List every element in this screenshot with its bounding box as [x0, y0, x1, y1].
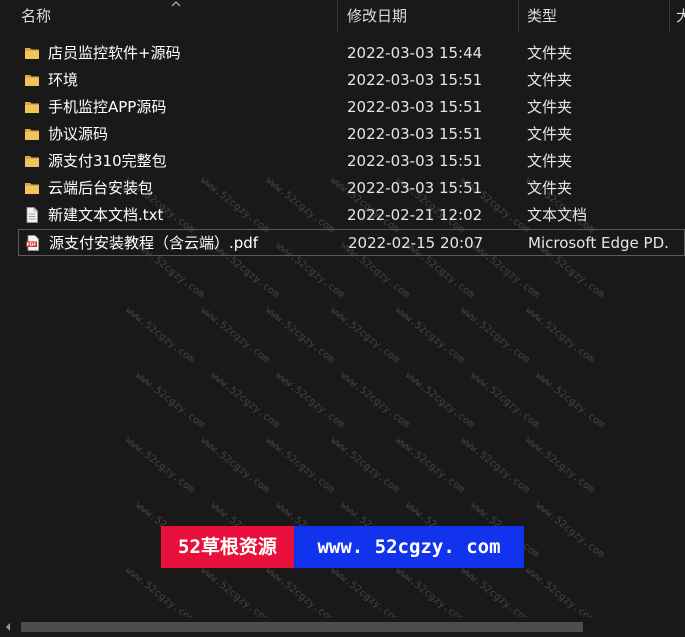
file-date: 2022-02-15 20:07	[348, 234, 484, 252]
file-name: 新建文本文档.txt	[48, 206, 164, 224]
file-type: 文件夹	[527, 44, 573, 62]
file-name: 源支付安装教程（含云端）.pdf	[49, 234, 259, 252]
watermark-text: www.52cgzy.com	[208, 370, 282, 431]
file-date: 2022-02-21 12:02	[347, 206, 483, 224]
watermark-text: www.52cgzy.com	[533, 370, 607, 431]
watermark-text: www.52cgzy.com	[523, 565, 597, 625]
watermark-text: www.52cgzy.com	[533, 500, 607, 561]
file-date: 2022-03-03 15:51	[347, 71, 483, 89]
file-explorer-window: 名称 修改日期 类型 大 www.52cgzy.com www.52cgzy.co…	[0, 0, 685, 637]
watermark-text: www.52cgzy.com	[198, 305, 272, 366]
file-name: 云端后台安装包	[48, 179, 154, 197]
watermark-text: www.52cgzy.com	[133, 370, 207, 431]
file-name: 环境	[48, 71, 79, 89]
file-date: 2022-03-03 15:51	[347, 179, 483, 197]
watermark-text: www.52cgzy.com	[328, 565, 402, 625]
folder-icon	[25, 156, 39, 167]
file-row[interactable]: PDF 源支付安装教程（含云端）.pdf 2022-02-15 20:07 Mi…	[18, 229, 685, 256]
folder-icon	[25, 183, 39, 194]
watermark-text: www.52cgzy.com	[393, 565, 467, 625]
watermark-text: www.52cgzy.com	[198, 435, 272, 496]
file-type: Microsoft Edge PD...	[528, 234, 668, 252]
file-type: 文件夹	[527, 71, 573, 89]
folder-icon	[25, 75, 39, 86]
banner-url-text: www. 52cgzy. com	[294, 526, 524, 568]
file-date: 2022-03-03 15:51	[347, 152, 483, 170]
watermark-text: www.52cgzy.com	[123, 565, 197, 625]
text-file-icon	[26, 207, 38, 223]
file-name: 手机监控APP源码	[48, 98, 167, 116]
file-row[interactable]: 协议源码 2022-03-03 15:51 文件夹	[18, 121, 685, 148]
file-date: 2022-03-03 15:51	[347, 125, 483, 143]
watermark-text: www.52cgzy.com	[338, 370, 412, 431]
folder-icon	[25, 48, 39, 59]
watermark-text: www.52cgzy.com	[393, 435, 467, 496]
watermark-text: www.52cgzy.com	[458, 435, 532, 496]
folder-icon	[25, 129, 39, 140]
scrollbar-thumb[interactable]	[21, 622, 583, 632]
watermark-text: www.52cgzy.com	[263, 305, 337, 366]
watermark-text: www.52cgzy.com	[328, 435, 402, 496]
watermark-text: www.52cgzy.com	[123, 435, 197, 496]
file-name: 源支付310完整包	[48, 152, 167, 170]
column-header-size[interactable]: 大	[670, 0, 685, 33]
file-row[interactable]: 店员监控软件+源码 2022-03-03 15:44 文件夹	[18, 40, 685, 67]
column-header-type[interactable]: 类型	[519, 0, 669, 33]
file-type: 文本文档	[527, 206, 588, 224]
file-row[interactable]: 云端后台安装包 2022-03-03 15:51 文件夹	[18, 175, 685, 202]
column-header-name[interactable]: 名称	[0, 0, 337, 33]
column-header-date[interactable]: 修改日期	[338, 0, 518, 33]
scroll-left-icon[interactable]	[4, 623, 12, 631]
watermark-text: www.52cgzy.com	[458, 305, 532, 366]
folder-icon	[25, 102, 39, 113]
file-row[interactable]: 环境 2022-03-03 15:51 文件夹	[18, 67, 685, 94]
file-date: 2022-03-03 15:44	[347, 44, 483, 62]
watermark-text: www.52cgzy.com	[523, 435, 597, 496]
banner-brand-text: 52草根资源	[161, 526, 294, 568]
watermark-text: www.52cgzy.com	[523, 305, 597, 366]
watermark-text: www.52cgzy.com	[328, 305, 402, 366]
file-type: 文件夹	[527, 152, 573, 170]
file-name: 协议源码	[48, 125, 109, 143]
file-row[interactable]: 源支付310完整包 2022-03-03 15:51 文件夹	[18, 148, 685, 175]
watermark-text: www.52cgzy.com	[198, 565, 272, 625]
file-row[interactable]: 手机监控APP源码 2022-03-03 15:51 文件夹	[18, 94, 685, 121]
file-type: 文件夹	[527, 125, 573, 143]
svg-text:PDF: PDF	[27, 242, 37, 247]
watermark-text: www.52cgzy.com	[393, 305, 467, 366]
watermark-text: www.52cgzy.com	[123, 305, 197, 366]
file-row[interactable]: 新建文本文档.txt 2022-02-21 12:02 文本文档	[18, 202, 685, 229]
watermark-text: www.52cgzy.com	[263, 435, 337, 496]
file-name: 店员监控软件+源码	[48, 44, 181, 62]
watermark-text: www.52cgzy.com	[273, 370, 347, 431]
watermark-text: www.52cgzy.com	[403, 370, 477, 431]
file-date: 2022-03-03 15:51	[347, 98, 483, 116]
column-header-bar: 名称 修改日期 类型 大	[0, 0, 685, 33]
pdf-file-icon: PDF	[26, 235, 39, 251]
watermark-banner: 52草根资源 www. 52cgzy. com	[161, 526, 524, 568]
watermark-text: www.52cgzy.com	[263, 565, 337, 625]
file-type: 文件夹	[527, 98, 573, 116]
sort-ascending-icon	[171, 1, 181, 7]
watermark-text: www.52cgzy.com	[468, 370, 542, 431]
horizontal-scrollbar[interactable]	[0, 617, 685, 637]
watermark-text: www.52cgzy.com	[458, 565, 532, 625]
file-type: 文件夹	[527, 179, 573, 197]
